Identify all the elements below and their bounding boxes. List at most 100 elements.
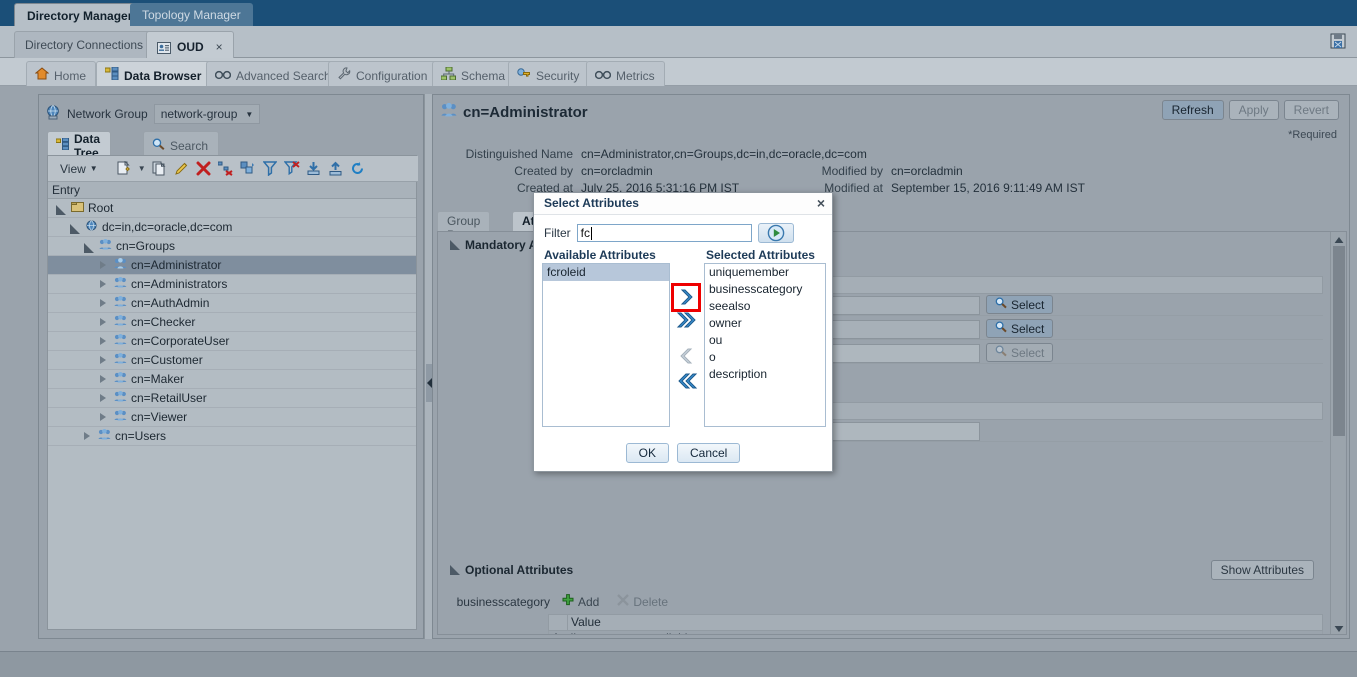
twisty-collapsed-icon[interactable] (100, 394, 106, 402)
cancel-button[interactable]: Cancel (676, 443, 741, 463)
twisty-collapsed-icon[interactable] (84, 432, 90, 440)
tab-schema[interactable]: Schema (432, 61, 516, 86)
delete-entry-icon[interactable] (194, 159, 214, 179)
delete-button[interactable]: Delete (617, 594, 668, 609)
tree-row[interactable]: cn=Maker (48, 370, 416, 389)
refresh-icon[interactable] (348, 159, 368, 179)
tab-search[interactable]: Search (143, 131, 220, 155)
tab-data-tree[interactable]: Data Tree (47, 131, 112, 160)
twisty-collapsed-icon[interactable] (100, 318, 106, 326)
app-tab-topology-manager[interactable]: Topology Manager (130, 3, 253, 26)
data-tree-panel: Network Group network-group ▼ Data Tree (38, 94, 424, 639)
created-by-label: Created by (514, 163, 573, 178)
network-group-dropdown[interactable]: network-group ▼ (153, 104, 261, 124)
created-by-row: Created by cn=orcladmin Modified by cn=o… (441, 162, 1341, 179)
twisty-expanded-icon[interactable] (56, 204, 66, 215)
tree-row[interactable]: Root (48, 199, 416, 218)
list-item[interactable]: owner (705, 315, 825, 332)
close-icon[interactable]: × (216, 39, 223, 56)
select-button-disabled[interactable]: Select (986, 343, 1054, 362)
scroll-up-arrow[interactable] (1334, 234, 1344, 244)
tree-row[interactable]: cn=Checker (48, 313, 416, 332)
close-icon[interactable]: × (817, 195, 825, 211)
scroll-down-arrow[interactable] (1334, 622, 1344, 632)
list-item[interactable]: o (705, 349, 825, 366)
conn-tab-directory-connections[interactable]: Directory Connections (14, 31, 155, 58)
go-button[interactable] (757, 223, 794, 243)
tree-row[interactable]: cn=Groups (48, 237, 416, 256)
form-scrollbar[interactable] (1330, 232, 1345, 634)
tree-row[interactable]: cn=AuthAdmin (48, 294, 416, 313)
schema-icon (440, 66, 456, 85)
app-tab-label: Topology Manager (142, 8, 241, 22)
conn-tab-oud[interactable]: OUD × (146, 31, 234, 58)
twisty-collapsed-icon[interactable] (100, 413, 106, 421)
delete-subtree-icon[interactable] (216, 159, 236, 179)
tree-row[interactable]: cn=Users (48, 427, 416, 446)
twisty-collapsed-icon[interactable] (100, 356, 106, 364)
list-item[interactable]: uniquemember (705, 264, 825, 281)
tab-configuration[interactable]: Configuration (328, 61, 438, 86)
list-item[interactable]: seealso (705, 298, 825, 315)
tab-advanced-search[interactable]: Advanced Search (206, 61, 341, 86)
tree-row[interactable]: cn=Customer (48, 351, 416, 370)
apply-button[interactable]: Apply (1228, 100, 1279, 120)
tree-row[interactable]: cn=Viewer (48, 408, 416, 427)
twisty-expanded-icon[interactable] (84, 242, 94, 253)
twisty-expanded-icon[interactable] (70, 223, 80, 234)
twisty-collapsed-icon[interactable] (100, 299, 106, 307)
available-attributes-list[interactable]: fcroleid (542, 263, 670, 427)
tree-row[interactable]: cn=Administrator (48, 256, 416, 275)
application-tab-bar: Directory Manager Topology Manager (0, 0, 1357, 26)
tree-row[interactable]: cn=RetailUser (48, 389, 416, 408)
twisty-collapsed-icon[interactable] (100, 280, 106, 288)
move-all-right-button[interactable] (674, 309, 700, 331)
magnifier-icon (995, 321, 1007, 336)
list-item[interactable]: fcroleid (543, 264, 669, 281)
filter-icon[interactable] (260, 159, 280, 179)
tab-home[interactable]: Home (26, 61, 97, 86)
entry-action-buttons: Refresh Apply Revert (1161, 100, 1339, 120)
move-left-button[interactable] (674, 345, 700, 367)
copy-dn-icon[interactable] (238, 159, 258, 179)
tab-data-browser[interactable]: Data Browser (96, 61, 212, 86)
list-item[interactable]: businesscategory (705, 281, 825, 298)
new-entry-icon[interactable] (114, 159, 134, 179)
revert-button[interactable]: Revert (1283, 100, 1339, 120)
selected-attributes-list[interactable]: uniquemember businesscategory seealso ow… (704, 263, 826, 427)
edit-entry-icon[interactable] (172, 159, 192, 179)
save-icon[interactable] (1327, 30, 1349, 52)
tab-metrics[interactable]: Metrics (586, 61, 665, 86)
list-item[interactable]: description (705, 366, 825, 383)
move-right-button[interactable] (674, 286, 700, 308)
tab-group-page[interactable]: Group Page (437, 211, 491, 242)
move-all-left-button[interactable] (674, 370, 700, 392)
twisty-collapsed-icon[interactable] (100, 261, 106, 269)
app-tab-directory-manager[interactable]: Directory Manager (14, 3, 146, 26)
select-button[interactable]: Select (986, 319, 1054, 338)
select-attributes-dialog: Select Attributes × Filter fc Available … (533, 192, 833, 472)
twisty-collapsed-icon[interactable] (100, 375, 106, 383)
ok-button[interactable]: OK (625, 443, 669, 463)
twisty-collapsed-icon[interactable] (100, 337, 106, 345)
optional-attributes-header[interactable]: Optional Attributes (450, 563, 573, 577)
tree-row[interactable]: cn=Administrators (48, 275, 416, 294)
filter-input[interactable]: fc (576, 224, 752, 242)
duplicate-entry-icon[interactable] (150, 159, 170, 179)
tree-row[interactable]: cn=CorporateUser (48, 332, 416, 351)
new-entry-dropdown-icon[interactable]: ▼ (136, 159, 148, 179)
list-item[interactable]: ou (705, 332, 825, 349)
tab-label: Metrics (616, 69, 655, 83)
tab-security[interactable]: Security (508, 61, 590, 86)
view-menu-button[interactable]: View ▼ (54, 160, 104, 178)
refresh-button[interactable]: Refresh (1161, 100, 1224, 120)
import-icon[interactable] (304, 159, 324, 179)
form-scroll-thumb[interactable] (1333, 246, 1345, 436)
clear-filter-icon[interactable] (282, 159, 302, 179)
tree-row[interactable]: dc=in,dc=oracle,dc=com (48, 218, 416, 237)
add-label: Add (578, 594, 600, 609)
select-button[interactable]: Select (986, 295, 1054, 314)
show-attributes-button[interactable]: Show Attributes (1210, 560, 1314, 580)
export-icon[interactable] (326, 159, 346, 179)
add-button[interactable]: Add (562, 594, 599, 609)
